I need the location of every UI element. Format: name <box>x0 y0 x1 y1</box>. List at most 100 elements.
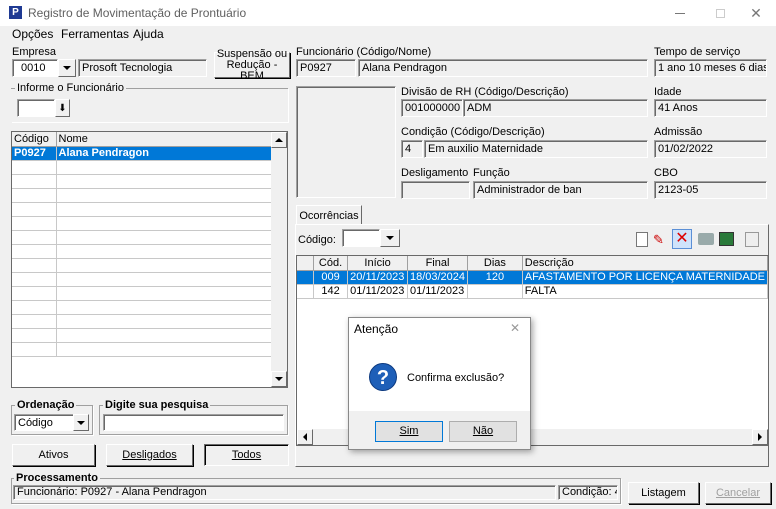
cell-inicio: 20/11/2023 <box>347 270 408 285</box>
preview-icon[interactable] <box>745 232 759 247</box>
scroll-up-button[interactable] <box>271 132 287 148</box>
ocorrencia-codigo-dropdown[interactable] <box>380 229 400 247</box>
menu-ferramentas[interactable]: Ferramentas <box>61 27 129 41</box>
cell-dias <box>467 284 523 299</box>
row-indicator-header <box>297 256 314 271</box>
cell-cod: 142 <box>313 284 349 299</box>
chevron-left-icon <box>303 433 307 441</box>
cell-descricao: FALTA <box>522 284 768 299</box>
edit-pencil-icon[interactable]: ✎ <box>653 232 667 247</box>
app-icon: P <box>9 6 22 19</box>
chevron-down-icon <box>275 377 283 381</box>
ocorrencia-codigo-input[interactable] <box>342 229 380 247</box>
condicao-label: Condição (Código/Descrição) <box>401 126 545 138</box>
col-cod-header[interactable]: Cód. <box>313 256 349 271</box>
delete-icon[interactable]: ✕ <box>672 229 692 249</box>
employee-list-scrollbar[interactable] <box>271 132 287 387</box>
informe-label: Informe o Funcionário <box>15 82 126 94</box>
ordenacao-label: Ordenação <box>15 399 77 411</box>
col-final-header[interactable]: Final <box>407 256 469 271</box>
desligados-button[interactable]: Desligados <box>106 444 193 466</box>
condicao-code-field: 4 <box>401 140 423 158</box>
admissao-label: Admissão <box>654 126 703 138</box>
minimize-button[interactable] <box>660 0 700 26</box>
employee-name: Alana Pendragon <box>56 146 287 161</box>
scroll-right-button[interactable] <box>752 429 768 445</box>
employee-code: P0927 <box>12 146 57 161</box>
menu-opcoes[interactable]: Opções <box>12 27 53 41</box>
cell-dias: 120 <box>467 270 523 285</box>
col-codigo-header[interactable]: Código <box>12 132 57 147</box>
table-row[interactable]: 009 20/11/2023 18/03/2024 120 AFASTAMENT… <box>297 270 768 285</box>
no-button[interactable]: Não <box>449 421 517 442</box>
no-label: Não <box>472 425 494 437</box>
chevron-right-icon <box>758 433 762 441</box>
listagem-label: Listagem <box>641 486 686 499</box>
new-document-icon[interactable] <box>636 232 648 247</box>
menu-ajuda[interactable]: Ajuda <box>133 27 164 41</box>
col-descricao-header[interactable]: Descrição <box>522 256 768 271</box>
todos-button[interactable]: Todos <box>204 444 289 466</box>
col-inicio-header[interactable]: Início <box>347 256 408 271</box>
dialog-close-button[interactable]: ✕ <box>510 321 520 335</box>
suspensao-reducao-button[interactable]: Suspensão ou Redução - BEM <box>214 48 290 81</box>
confirm-dialog: Atenção ✕ ? Confirma exclusão? Sim Não <box>348 317 531 450</box>
informe-input[interactable] <box>17 99 55 117</box>
col-nome-header[interactable]: Nome <box>56 132 287 147</box>
pesquisa-label: Digite sua pesquisa <box>103 399 211 411</box>
divisao-label: Divisão de RH (Código/Descrição) <box>401 86 569 98</box>
export-icon[interactable] <box>719 232 734 246</box>
tempo-servico-label: Tempo de serviço <box>654 46 741 58</box>
employee-list[interactable]: Código Nome P0927 Alana Pendragon <box>11 131 288 388</box>
listagem-button[interactable]: Listagem <box>628 482 699 504</box>
informe-dropdown-button[interactable]: ⬇ <box>55 99 70 117</box>
scroll-left-button[interactable] <box>297 429 313 445</box>
desligamento-label: Desligamento <box>401 167 469 179</box>
window-title: Registro de Movimentação de Prontuário <box>28 6 247 20</box>
empresa-code-field[interactable]: 0010 <box>12 59 58 77</box>
funcao-field: Administrador de ban <box>473 181 648 199</box>
ativos-button[interactable]: Ativos <box>12 444 95 466</box>
processamento-condicao: Condição: 4 <box>558 485 618 500</box>
idade-field: 41 Anos <box>654 99 767 117</box>
ordenacao-select[interactable]: Código <box>14 414 74 431</box>
close-button[interactable]: ✕ <box>736 0 776 26</box>
ordenacao-dropdown-button[interactable] <box>73 414 89 431</box>
yes-button[interactable]: Sim <box>375 421 443 442</box>
close-icon: ✕ <box>750 4 762 21</box>
funcionario-name-field: Alana Pendragon <box>358 59 648 77</box>
minimize-icon <box>675 12 685 14</box>
menu-bar: Opções Ferramentas Ajuda <box>0 26 776 42</box>
funcao-label: Função <box>473 167 510 179</box>
empresa-label: Empresa <box>12 46 57 58</box>
dialog-footer: Sim Não <box>349 411 530 449</box>
tab-ocorrencias[interactable]: Ocorrências <box>296 205 362 225</box>
funcionario-code-field: P0927 <box>296 59 356 77</box>
chevron-down-icon <box>386 236 394 240</box>
employee-row[interactable]: P0927 Alana Pendragon <box>12 146 287 161</box>
print-icon[interactable] <box>698 233 714 245</box>
scroll-down-button[interactable] <box>271 371 287 387</box>
title-bar: P Registro de Movimentação de Prontuário… <box>0 0 776 26</box>
desligados-label: Desligados <box>122 448 177 461</box>
cancelar-button[interactable]: Cancelar <box>705 482 771 504</box>
idade-label: Idade <box>654 86 682 98</box>
col-dias-header[interactable]: Dias <box>467 256 523 271</box>
funcionario-label: Funcionário (Código/Nome) <box>296 46 432 58</box>
chevron-up-icon <box>275 138 283 142</box>
tempo-servico-field: 1 ano 10 meses 6 dias <box>654 59 767 77</box>
employee-photo <box>296 86 396 198</box>
cancelar-label: Cancelar <box>715 486 761 499</box>
pesquisa-input[interactable] <box>103 414 284 431</box>
admissao-field: 01/02/2022 <box>654 140 767 158</box>
divisao-code-field: 001000000 <box>401 99 463 117</box>
maximize-button[interactable] <box>700 0 740 26</box>
question-icon: ? <box>369 363 397 391</box>
chevron-down-icon <box>63 66 71 70</box>
dialog-message: Confirma exclusão? <box>407 372 505 384</box>
empresa-dropdown-button[interactable] <box>58 59 76 77</box>
chevron-down-icon <box>77 420 85 425</box>
todos-label: Todos <box>231 448 262 461</box>
table-row[interactable]: 142 01/11/2023 01/11/2023 FALTA <box>297 284 768 299</box>
cell-cod: 009 <box>313 270 349 285</box>
